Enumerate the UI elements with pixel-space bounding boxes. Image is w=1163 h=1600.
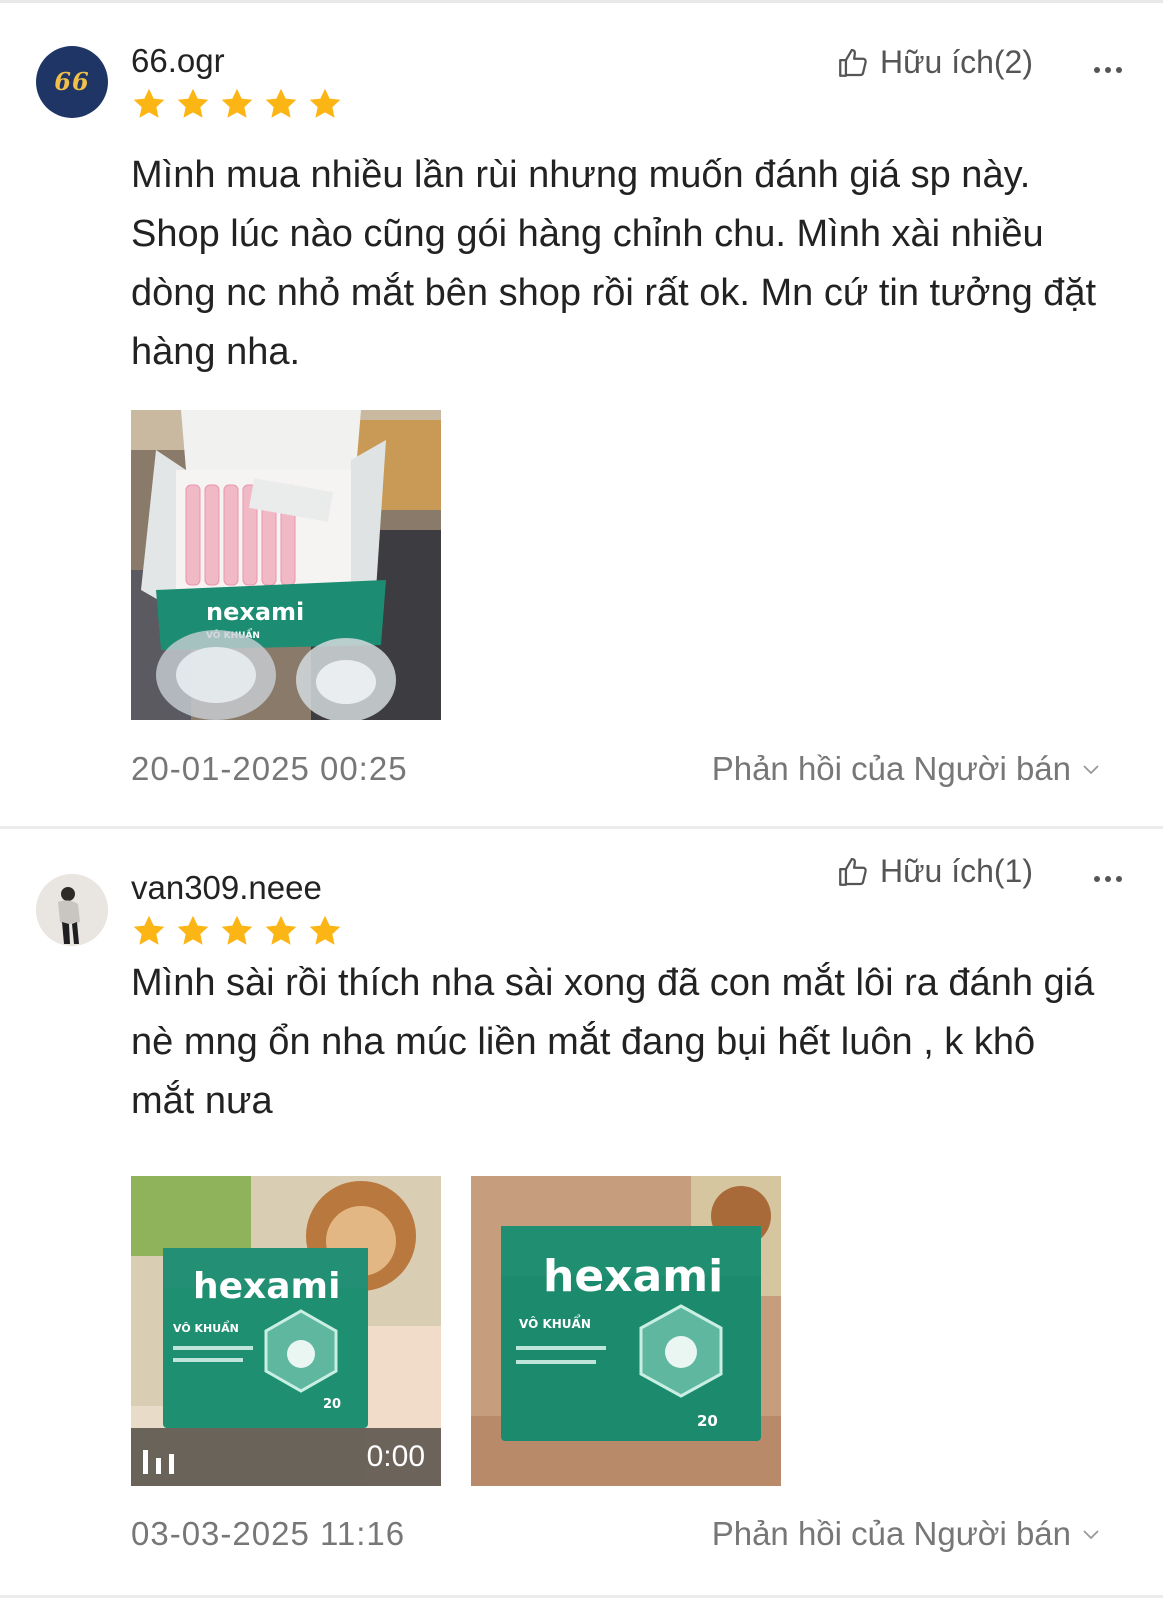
brand-text: hexami [543,1251,723,1302]
review-card: van309.neee Hữu ích(1) Mình sài rồi thíc… [0,829,1163,1600]
avatar-initials: 66 [54,67,90,96]
seller-reply-label: Phản hồi của Người bán [711,750,1071,787]
avatar[interactable] [36,874,108,946]
brand-text: nexami [206,598,304,626]
video-duration: 0:00 [366,1440,425,1473]
review-card: 66 66.ogr Hữu ích(2) Mình mua nhiều lần … [0,0,1163,826]
star-icon [265,915,297,945]
helpful-label: Hữu ích(1) [879,853,1033,889]
seller-reply-label: Phản hồi của Người bán [711,1515,1071,1552]
username[interactable]: 66.ogr [131,42,225,80]
video-overlay: 0:00 [131,1428,441,1486]
star-icon [177,88,209,118]
brand-text: hexami [193,1266,340,1307]
review-video[interactable]: hexami VÔ KHUẨN 20 0:00 [131,1176,441,1486]
helpful-button[interactable]: Hữu ích(1) [836,853,1033,890]
helpful-button[interactable]: Hữu ích(2) [836,44,1033,81]
review-photo[interactable]: hexami VÔ KHUẨN 20 [471,1176,781,1486]
rating-stars [131,913,351,949]
star-icon [265,88,297,118]
seller-reply-toggle[interactable]: Phản hồi của Người bán [712,750,1103,788]
star-icon [221,915,253,945]
star-icon [309,915,341,945]
brand-subtext: VÔ KHUẨN [173,1320,239,1335]
thumbs-up-icon [839,857,867,886]
bottom-divider [0,1595,1163,1598]
box-count-text: 20 [323,1397,341,1412]
avatar[interactable]: 66 [36,46,108,118]
star-icon [133,88,165,118]
review-text: Mình sài rồi thích nha sài xong đã con m… [131,962,1095,1122]
chevron-down-icon [1083,765,1099,775]
review-photo[interactable]: nexami VÔ KHUẨN [131,410,441,720]
review-text: Mình mua nhiều lần rùi nhưng muốn đánh g… [131,154,1097,373]
rating-stars [131,86,351,122]
more-options-icon[interactable] [1094,60,1130,73]
star-icon [221,88,253,118]
star-icon [133,915,165,945]
seller-reply-toggle[interactable]: Phản hồi của Người bán [712,1515,1103,1553]
chevron-down-icon [1083,1530,1099,1540]
star-icon [177,915,209,945]
box-count-text: 20 [697,1412,718,1430]
video-icon [143,1450,174,1474]
thumbs-up-icon [839,48,867,77]
brand-subtext: VÔ KHUẨN [519,1314,591,1331]
star-icon [309,88,341,118]
review-date: 03-03-2025 11:16 [131,1515,406,1552]
more-options-icon[interactable] [1094,869,1130,882]
helpful-label: Hữu ích(2) [879,44,1033,80]
username[interactable]: van309.neee [131,869,322,907]
review-date: 20-01-2025 00:25 [131,750,408,787]
